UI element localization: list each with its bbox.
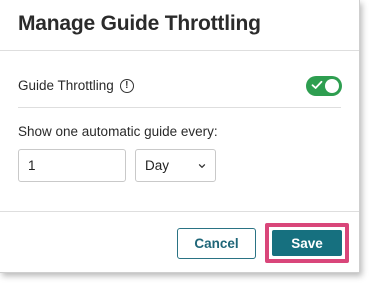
checkmark-icon [311,80,323,89]
frequency-label: Show one automatic guide every: [18,124,218,139]
chevron-down-icon [198,164,206,168]
footer-divider [0,211,359,212]
header-divider [0,50,359,51]
guide-throttling-label-row: Guide Throttling ! [18,78,134,93]
dialog-title: Manage Guide Throttling [18,12,261,35]
section-divider [18,107,341,108]
save-button-highlight: Save [265,223,349,263]
manage-guide-throttling-dialog: Manage Guide Throttling Guide Throttling… [0,0,360,273]
time-unit-selected-value: Day [145,158,170,173]
guide-count-input[interactable] [18,149,126,182]
cancel-button[interactable]: Cancel [177,228,256,259]
guide-throttling-toggle[interactable] [306,76,342,96]
time-unit-select[interactable]: Day [135,149,216,182]
save-button[interactable]: Save [272,230,342,256]
toggle-knob [325,79,339,93]
info-circle-icon[interactable]: ! [119,78,134,93]
guide-throttling-label: Guide Throttling [18,78,114,93]
